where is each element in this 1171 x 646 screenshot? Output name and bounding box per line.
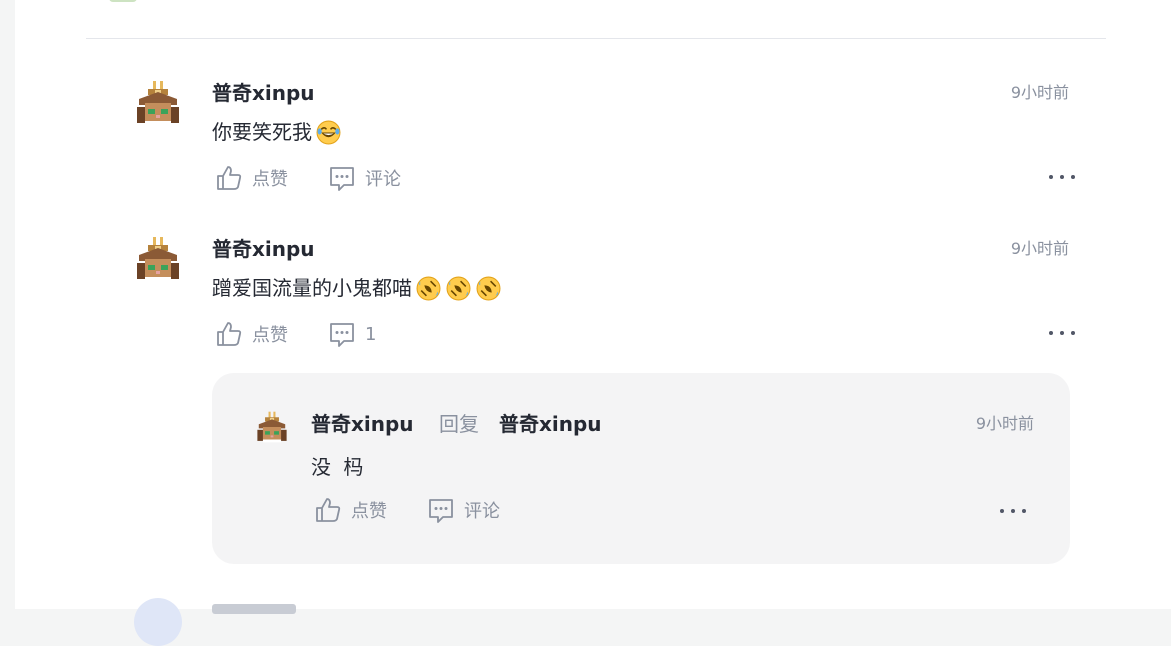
more-button[interactable] <box>1049 170 1075 184</box>
more-icon-dot <box>1060 331 1064 335</box>
rofl-emoji-icon <box>416 276 441 300</box>
reply-button[interactable]: 1 <box>328 320 376 348</box>
more-icon <box>1049 175 1053 179</box>
thumbs-up-icon <box>217 322 242 346</box>
more-icon <box>1000 509 1004 513</box>
more-icon-dot <box>1071 175 1075 179</box>
more-icon <box>1049 331 1053 335</box>
comment-author[interactable]: 普奇xinpu <box>212 80 315 106</box>
comment-icon <box>330 167 354 191</box>
reply-time: 9小时前 <box>975 414 1034 433</box>
more-icon-dot <box>1060 175 1064 179</box>
comment-text-content: 蹭爱国流量的小鬼都喵 <box>212 276 412 300</box>
reply-text: 没 杩 <box>311 455 367 479</box>
reply-target[interactable]: 普奇xinpu <box>499 411 602 437</box>
thumbs-up-icon <box>217 166 242 190</box>
user-avatar[interactable] <box>135 80 181 126</box>
more-icon-dot <box>1011 509 1015 513</box>
more-button[interactable] <box>1000 504 1026 518</box>
comment-actions: 点赞 1 <box>215 320 376 348</box>
comment-time: 9小时前 <box>1010 239 1069 258</box>
laugh-tears-emoji-icon <box>316 120 341 144</box>
more-icon-dot <box>1071 331 1075 335</box>
rofl-emoji-icon <box>446 276 471 300</box>
comment-label: 评论 <box>365 169 401 190</box>
comment-author-partial <box>212 604 296 614</box>
comment-text: 你要笑死我 <box>212 118 341 146</box>
like-label: 点赞 <box>252 169 288 190</box>
reply-count: 1 <box>365 323 377 345</box>
comment-label: 评论 <box>464 501 500 522</box>
comment-icon <box>330 323 354 347</box>
like-button[interactable]: 点赞 <box>215 164 288 192</box>
user-avatar[interactable] <box>256 411 288 443</box>
comment-text: 蹭爱国流量的小鬼都喵 <box>212 274 501 302</box>
reply-thread: 普奇xinpu 回复 普奇xinpu 9小时前 没 杩 点赞 评论 <box>212 373 1070 564</box>
reply-button[interactable]: 评论 <box>328 164 401 192</box>
more-button[interactable] <box>1049 326 1075 340</box>
reply-item: 普奇xinpu 回复 普奇xinpu 9小时前 没 杩 点赞 评论 <box>256 411 1034 551</box>
comment-icon <box>429 499 453 523</box>
more-icon-dot <box>1022 509 1026 513</box>
like-button[interactable]: 点赞 <box>215 320 288 348</box>
rofl-emoji-icon <box>476 276 501 300</box>
comment-time: 9小时前 <box>1010 83 1069 102</box>
user-avatar[interactable] <box>134 598 182 646</box>
comment-text-content: 你要笑死我 <box>212 120 312 144</box>
thumbs-up-icon <box>316 498 341 522</box>
divider <box>86 38 1106 39</box>
like-label: 点赞 <box>252 325 288 346</box>
comment-panel: 普奇xinpu 9小时前 你要笑死我 点赞 评论 普奇xinpu 9小时前 蹭爱… <box>15 0 1171 646</box>
like-label: 点赞 <box>351 501 387 522</box>
previous-content-thumbnail <box>109 0 137 2</box>
reply-actions: 点赞 评论 <box>314 496 500 524</box>
reply-author[interactable]: 普奇xinpu <box>311 411 414 437</box>
comment-author[interactable]: 普奇xinpu <box>212 236 315 262</box>
reply-word: 回复 <box>439 412 479 436</box>
user-avatar[interactable] <box>135 236 181 282</box>
comment-actions: 点赞 评论 <box>215 164 401 192</box>
reply-button[interactable]: 评论 <box>427 496 500 524</box>
like-button[interactable]: 点赞 <box>314 496 387 524</box>
